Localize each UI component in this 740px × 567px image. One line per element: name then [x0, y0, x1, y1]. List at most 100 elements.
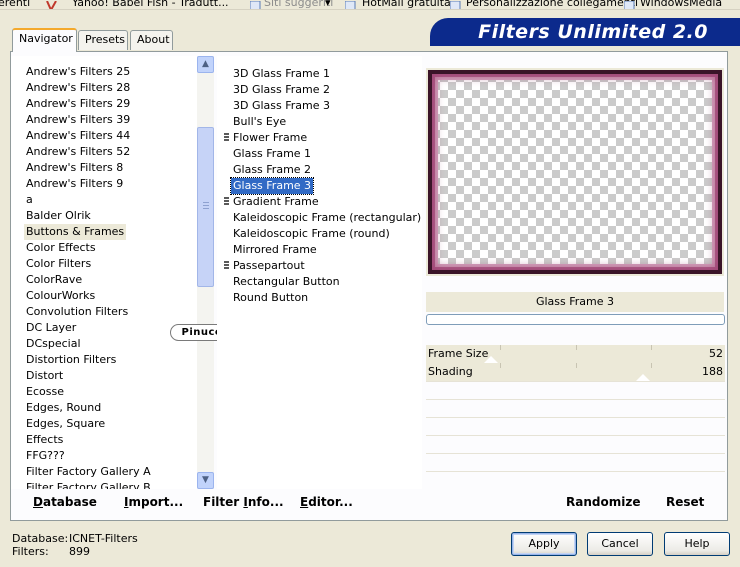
preview-frame-glow — [432, 74, 718, 270]
category-item[interactable]: Edges, Round — [24, 400, 103, 416]
category-item[interactable]: Andrew's Filters 44 — [24, 128, 132, 144]
filter-item[interactable]: Glass Frame 2 — [231, 162, 313, 178]
tab-presets[interactable]: Presets — [78, 30, 128, 50]
category-item[interactable]: Andrew's Filters 28 — [24, 80, 132, 96]
slider-empty — [426, 417, 725, 435]
param-label: Shading — [428, 365, 473, 378]
filters-count-label: Filters: — [12, 545, 49, 558]
category-item[interactable]: Balder Olrik — [24, 208, 93, 224]
tab-about[interactable]: About — [130, 30, 173, 50]
category-item[interactable]: Distortion Filters — [24, 352, 118, 368]
filter-item[interactable]: Bull's Eye — [231, 114, 288, 130]
toolbar-link-siti-suggeriti[interactable]: Siti suggeriti — [264, 0, 333, 9]
category-item[interactable]: Andrew's Filters 25 — [24, 64, 132, 80]
selected-filter-name: Glass Frame 3 — [426, 292, 724, 312]
filter-item[interactable]: Kaleidoscopic Frame (rectangular) — [231, 210, 423, 226]
filter-info-button[interactable]: Filter Info... — [203, 495, 284, 511]
help-button[interactable]: Help — [664, 532, 730, 556]
cancel-button[interactable]: Cancel — [587, 532, 653, 556]
filter-group-marker-icon — [224, 133, 229, 143]
editor-button[interactable]: Editor... — [300, 495, 353, 511]
category-item[interactable]: Ecosse — [24, 384, 66, 400]
category-item[interactable]: Buttons & Frames — [24, 224, 127, 240]
filter-preview[interactable] — [428, 70, 722, 274]
category-item[interactable]: Andrew's Filters 29 — [24, 96, 132, 112]
toolbar-link-personalizzazione[interactable]: Personalizzazione collegamenti — [466, 0, 638, 9]
parameter-sliders: Frame Size 52 Shading 188 — [426, 345, 725, 489]
category-item[interactable]: Andrew's Filters 9 — [24, 176, 125, 192]
category-item[interactable]: ColorRave — [24, 272, 84, 288]
category-item[interactable]: Andrew's Filters 39 — [24, 112, 132, 128]
category-item[interactable]: Andrew's Filters 8 — [24, 160, 125, 176]
slider-empty — [426, 399, 725, 417]
ie-page-icon — [623, 0, 635, 9]
progress-bar — [426, 314, 725, 325]
ie-page-icon — [449, 0, 461, 9]
category-scrollbar[interactable]: ▲ ▼ — [197, 56, 214, 489]
slider-empty — [426, 381, 725, 399]
filter-group-marker-icon — [224, 197, 229, 207]
toolbar-link-windowsmedia[interactable]: WindowsMedia — [640, 0, 722, 9]
browser-links-toolbar: erenti Yahoo! Babel Fish - Tradutt... Si… — [0, 0, 740, 10]
filters-count-value: 899 — [69, 545, 90, 558]
slider-empty — [426, 453, 725, 471]
category-item[interactable]: Andrew's Filters 52 — [24, 144, 132, 160]
filter-item[interactable]: 3D Glass Frame 2 — [231, 82, 332, 98]
filter-item[interactable]: 3D Glass Frame 1 — [231, 66, 332, 82]
database-label: Database: — [12, 532, 69, 545]
category-item[interactable]: a — [24, 192, 35, 208]
scroll-down-button[interactable]: ▼ — [197, 472, 214, 489]
category-item[interactable]: Edges, Square — [24, 416, 107, 432]
filter-item[interactable]: 3D Glass Frame 3 — [231, 98, 332, 114]
import-button[interactable]: Import... — [124, 495, 183, 511]
category-item[interactable]: DC Layer — [24, 320, 78, 336]
category-item[interactable]: Convolution Filters — [24, 304, 130, 320]
category-item[interactable]: Effects — [24, 432, 65, 448]
filter-item[interactable]: Rectangular Button — [231, 274, 342, 290]
category-item[interactable]: DCspecial — [24, 336, 83, 352]
category-item[interactable]: Color Filters — [24, 256, 93, 272]
slider-empty — [426, 435, 725, 453]
category-item[interactable]: Color Effects — [24, 240, 98, 256]
scroll-thumb[interactable] — [197, 127, 214, 287]
chevron-down-icon[interactable]: ▾ — [325, 0, 331, 9]
category-item[interactable]: Filter Factory Gallery A — [24, 464, 153, 480]
toolbar-link-babelfish[interactable]: Yahoo! Babel Fish - Tradutt... — [72, 0, 229, 9]
scroll-up-button[interactable]: ▲ — [197, 56, 214, 73]
ie-page-icon — [249, 0, 261, 9]
filter-item[interactable]: Kaleidoscopic Frame (round) — [231, 226, 392, 242]
category-item[interactable]: Filter Factory Gallery B — [24, 480, 153, 489]
randomize-button[interactable]: Randomize — [566, 495, 640, 511]
param-label: Frame Size — [428, 347, 489, 360]
filter-item[interactable]: Gradient Frame — [231, 194, 321, 210]
filter-list[interactable]: 3D Glass Frame 1 3D Glass Frame 2 3D Glass… — [217, 56, 422, 489]
category-item[interactable]: ColourWorks — [24, 288, 97, 304]
slider-frame-size[interactable]: Frame Size 52 — [426, 345, 725, 363]
app-title: Filters Unlimited 2.0 — [478, 21, 708, 43]
filter-item[interactable]: Round Button — [231, 290, 310, 306]
slider-shading[interactable]: Shading 188 — [426, 363, 725, 381]
apply-button[interactable]: Apply — [511, 532, 577, 556]
filter-group-marker-icon — [224, 261, 229, 271]
filters-unlimited-dialog: Filters Unlimited 2.0 Navigator Presets … — [0, 10, 740, 567]
category-item[interactable]: Distort — [24, 368, 65, 384]
category-item[interactable]: FFG??? — [24, 448, 67, 464]
filter-item[interactable]: Glass Frame 3 — [229, 177, 315, 195]
toolbar-link-erenti[interactable]: erenti — [0, 0, 30, 9]
slider-empty — [426, 471, 725, 489]
filter-item[interactable]: Flower Frame — [231, 130, 309, 146]
toolbar-link-hotmail[interactable]: HotMail gratuita — [362, 0, 451, 9]
category-list[interactable]: Andrew's Filters 25 Andrew's Filters 28 An… — [11, 56, 214, 489]
database-button[interactable]: Database — [33, 495, 97, 511]
filter-item[interactable]: Mirrored Frame — [231, 242, 319, 258]
param-value: 188 — [702, 365, 723, 378]
yahoo-icon — [46, 0, 57, 9]
app-title-banner: Filters Unlimited 2.0 — [430, 18, 740, 46]
filter-item[interactable]: Passepartout — [231, 258, 307, 274]
slider-shading-knob[interactable] — [636, 374, 650, 381]
filter-item[interactable]: Glass Frame 1 — [231, 146, 313, 162]
database-value: ICNET-Filters — [69, 532, 138, 545]
ie-page-icon — [344, 0, 356, 9]
reset-button[interactable]: Reset — [666, 495, 704, 511]
tab-navigator[interactable]: Navigator — [12, 28, 77, 52]
